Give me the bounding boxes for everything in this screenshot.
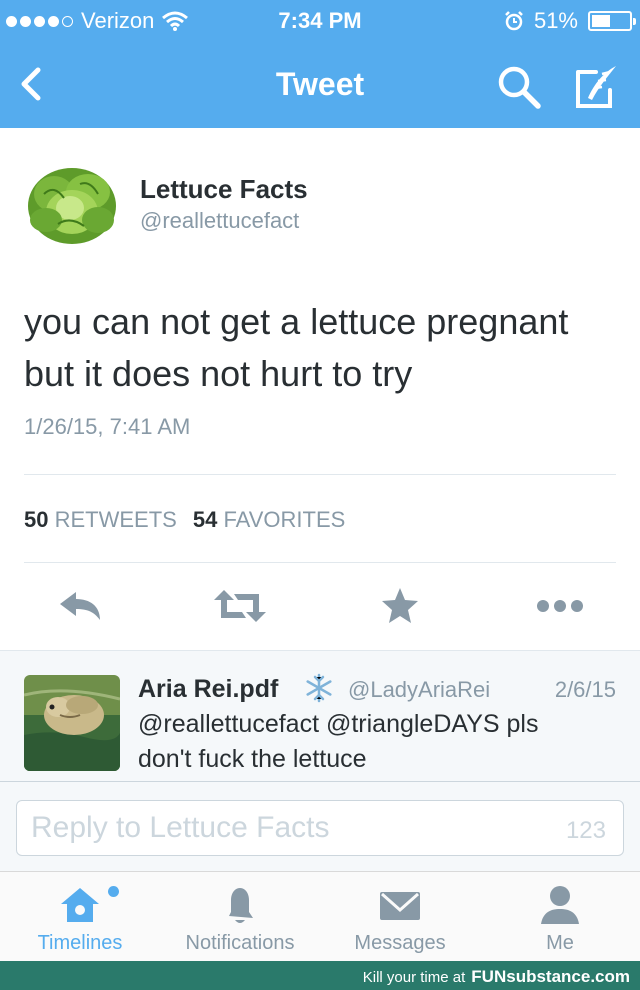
status-right-group: 51%	[504, 8, 636, 34]
reply-text-line: @reallettucefact @triangleDAYS pls	[138, 710, 539, 738]
more-icon	[537, 600, 583, 612]
favorites-stat[interactable]: 54 FAVORITES	[193, 507, 345, 533]
tab-label: Messages	[354, 932, 446, 954]
reply-composer: 123	[0, 781, 640, 871]
new-tweets-dot	[108, 886, 119, 897]
reply-author-name[interactable]: Aria Rei.pdf	[138, 675, 278, 704]
tweet-stats: 50 RETWEETS 54 FAVORITES	[24, 507, 345, 533]
reply-date: 2/6/15	[554, 677, 616, 702]
compose-icon[interactable]	[570, 62, 620, 112]
tweet-actions	[0, 578, 640, 634]
author-name[interactable]: Lettuce Facts	[140, 174, 308, 205]
retweet-label: RETWEETS	[54, 507, 177, 532]
reply-input[interactable]	[16, 800, 624, 856]
reply-text: @reallettucefact @triangleDAYS pls don't…	[138, 707, 608, 777]
reply-author-handle[interactable]: @LadyAriaRei	[348, 677, 490, 703]
envelope-icon	[380, 892, 420, 920]
tab-label: Timelines	[37, 932, 123, 954]
status-bar: Verizon 7:34 PM 51%	[0, 0, 640, 40]
reply-icon	[60, 592, 100, 620]
watermark-brand: FUNsubstance.com	[471, 967, 630, 986]
watermark-tagline: Kill your time at	[362, 969, 466, 986]
tab-timelines[interactable]: Timelines	[0, 872, 160, 962]
tab-bar: Timelines Notifications Messages Me	[0, 871, 640, 961]
tab-label: Notifications	[185, 932, 295, 954]
page-title: Tweet	[275, 66, 365, 102]
person-icon	[541, 886, 579, 924]
divider	[24, 474, 616, 475]
bell-icon	[229, 888, 253, 923]
divider	[24, 562, 616, 563]
tweet-text: you can not get a lettuce pregnant but i…	[24, 296, 624, 400]
battery-icon	[588, 11, 636, 31]
tweet-timestamp: 1/26/15, 7:41 AM	[24, 414, 191, 439]
lettuce-avatar[interactable]	[24, 154, 120, 250]
tweet-text-line: but it does not hurt to try	[24, 353, 413, 394]
reply-text-line: don't fuck the lettuce	[138, 745, 367, 773]
tab-me[interactable]: Me	[480, 872, 640, 962]
more-button[interactable]	[532, 578, 588, 634]
tab-notifications[interactable]: Notifications	[160, 872, 320, 962]
battery-percent: 51%	[533, 8, 578, 33]
retweet-icon	[214, 590, 266, 622]
snowflake-icon	[306, 673, 332, 703]
reply-tweet[interactable]: Aria Rei.pdf @LadyAriaRei 2/6/15 @realle…	[0, 651, 640, 781]
tweet-text-line: you can not get a lettuce pregnant	[24, 301, 569, 342]
watermark-text: Kill your time at FUNsubstance.com	[363, 967, 630, 987]
tweet-author[interactable]: Lettuce Facts @reallettucefact	[24, 154, 624, 254]
retweets-stat[interactable]: 50 RETWEETS	[24, 507, 177, 533]
favorite-button[interactable]	[372, 578, 428, 634]
battery-fill	[592, 15, 610, 27]
search-icon[interactable]	[496, 64, 542, 110]
retweet-button[interactable]	[212, 578, 268, 634]
character-count: 123	[565, 817, 606, 844]
reply-avatar[interactable]	[24, 675, 120, 771]
reply-button[interactable]	[52, 578, 108, 634]
watermark-footer: Kill your time at FUNsubstance.com	[0, 961, 640, 990]
tab-messages[interactable]: Messages	[320, 872, 480, 962]
alarm-clock-icon	[505, 11, 523, 31]
nav-bar: Tweet	[0, 40, 640, 128]
tab-label: Me	[546, 932, 574, 954]
favorite-label: FAVORITES	[223, 507, 346, 532]
favorite-count: 54	[192, 507, 218, 532]
favorite-icon	[382, 588, 418, 623]
author-handle[interactable]: @reallettucefact	[140, 208, 299, 234]
home-icon	[61, 888, 99, 922]
retweet-count: 50	[24, 507, 49, 532]
